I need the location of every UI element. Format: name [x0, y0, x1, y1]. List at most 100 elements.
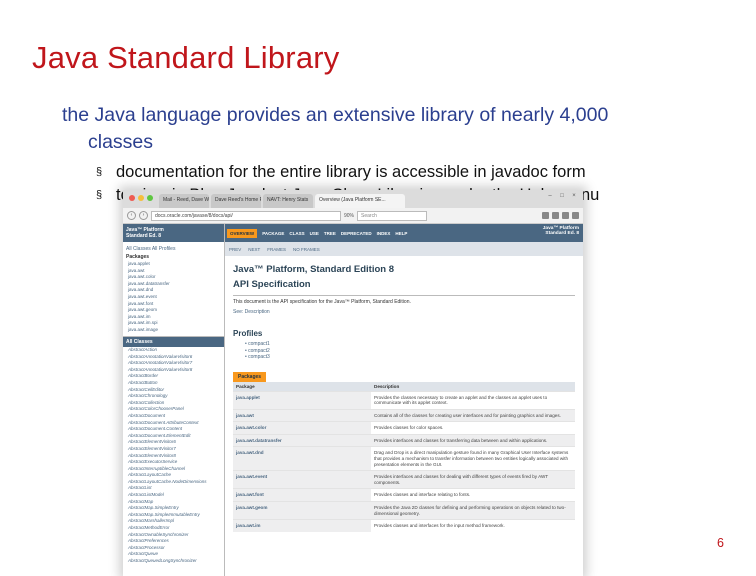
- class-link[interactable]: AbstractOwnableSynchronizer: [123, 532, 224, 539]
- class-link[interactable]: AbstractCollection: [123, 400, 224, 407]
- bullet-level1: the Java language provides an extensive …: [62, 102, 752, 156]
- class-link[interactable]: AbstractButton: [123, 380, 224, 387]
- package-name-link[interactable]: java.awt.datatransfer: [233, 433, 371, 447]
- toolbar-icons: [542, 212, 579, 219]
- package-name-link[interactable]: java.awt.geom: [233, 501, 371, 520]
- back-icon[interactable]: ‹: [127, 211, 136, 220]
- nav-item-overview[interactable]: OVERVIEW: [227, 228, 258, 238]
- all-classes-profiles-links[interactable]: All Classes All Profiles: [123, 242, 224, 253]
- minimize-window-icon[interactable]: [138, 195, 144, 201]
- download-icon[interactable]: [552, 212, 559, 219]
- class-link[interactable]: AbstractDocument: [123, 413, 224, 420]
- class-link[interactable]: AbstractPreferences: [123, 538, 224, 545]
- package-link[interactable]: java.awt.datatransfer: [123, 281, 224, 288]
- class-link[interactable]: AbstractExecutorService: [123, 459, 224, 466]
- package-link[interactable]: java.awt: [123, 268, 224, 275]
- class-link[interactable]: AbstractMap: [123, 499, 224, 506]
- home-icon[interactable]: [562, 212, 569, 219]
- class-link[interactable]: AbstractLayoutCache.NodeDimensions: [123, 479, 224, 486]
- class-link[interactable]: AbstractBorder: [123, 373, 224, 380]
- class-link[interactable]: AbstractMap.SimpleEntry: [123, 505, 224, 512]
- minimize-icon[interactable]: –: [545, 193, 555, 201]
- browser-tab-active[interactable]: Overview (Java Platform SE...: [315, 194, 405, 208]
- class-link[interactable]: AbstractMarshallerImpl: [123, 518, 224, 525]
- menu-icon[interactable]: [572, 212, 579, 219]
- package-link[interactable]: java.awt.im: [123, 314, 224, 321]
- package-name-link[interactable]: java.applet: [233, 390, 371, 410]
- intro-text: This document is the API specification f…: [233, 299, 411, 305]
- package-link[interactable]: java.awt.font: [123, 301, 224, 308]
- javadoc-page: Java™ Platform Standard Ed. 8 All Classe…: [123, 224, 583, 576]
- profile-link[interactable]: compact3: [248, 354, 270, 360]
- class-link[interactable]: AbstractDocument.AttributeContext: [123, 420, 224, 427]
- profile-link[interactable]: compact1: [248, 341, 270, 347]
- class-link[interactable]: AbstractQueue: [123, 551, 224, 558]
- url-field[interactable]: docs.oracle.com/javase/8/docs/api/: [151, 210, 341, 221]
- close-window-icon[interactable]: [129, 195, 135, 201]
- package-description: Provides the Java 2D classes for definin…: [371, 501, 575, 520]
- class-link[interactable]: AbstractDocument.Content: [123, 426, 224, 433]
- close-icon[interactable]: ×: [569, 193, 579, 201]
- package-link[interactable]: java.awt.image: [123, 327, 224, 334]
- bookmark-icon[interactable]: [542, 212, 549, 219]
- package-name-link[interactable]: java.awt.font: [233, 488, 371, 502]
- package-link[interactable]: java.awt.geom: [123, 307, 224, 314]
- package-link[interactable]: java.awt.color: [123, 274, 224, 281]
- restore-icon[interactable]: □: [557, 193, 567, 201]
- package-name-link[interactable]: java.awt.im: [233, 519, 371, 532]
- browser-tab[interactable]: NAVT: Henry Stats: [263, 194, 313, 208]
- class-link[interactable]: AbstractLayoutCache: [123, 472, 224, 479]
- table-row: java.awt.im Provides classes and interfac…: [233, 519, 575, 532]
- package-link[interactable]: java.awt.dnd: [123, 287, 224, 294]
- class-link[interactable]: AbstractProcessor: [123, 545, 224, 552]
- package-link[interactable]: java.awt.event: [123, 294, 224, 301]
- nav-item-class[interactable]: CLASS: [289, 231, 304, 236]
- package-link[interactable]: java.awt.im.spi: [123, 320, 224, 327]
- package-name-link[interactable]: java.awt.dnd: [233, 446, 371, 471]
- package-name-link[interactable]: java.awt.event: [233, 470, 371, 489]
- sub-nav-link[interactable]: PREV: [229, 247, 241, 252]
- browser-tab[interactable]: Dave Reed's Home Page: [211, 194, 261, 208]
- package-name-link[interactable]: java.awt.color: [233, 421, 371, 435]
- class-link[interactable]: AbstractList: [123, 485, 224, 492]
- class-link[interactable]: AbstractChronology: [123, 393, 224, 400]
- class-link[interactable]: AbstractElementVisitor6: [123, 439, 224, 446]
- nav-item-help[interactable]: HELP: [395, 231, 407, 236]
- class-link[interactable]: AbstractQueuedLongSynchronizer: [123, 558, 224, 565]
- sub-nav-link[interactable]: NO FRAMES: [293, 247, 320, 252]
- class-link[interactable]: AbstractElementVisitor8: [123, 453, 224, 460]
- class-link[interactable]: AbstractCellEditor: [123, 387, 224, 394]
- class-link[interactable]: AbstractColorChooserPanel: [123, 406, 224, 413]
- doc-title-line2: API Specification: [233, 279, 311, 290]
- doc-title-line1: Java™ Platform, Standard Edition 8: [233, 264, 395, 275]
- nav-item-package[interactable]: PACKAGE: [262, 231, 284, 236]
- sub-nav-link[interactable]: NEXT: [248, 247, 260, 252]
- square-bullet-icon: §: [96, 166, 103, 178]
- nav-item-index[interactable]: INDEX: [377, 231, 391, 236]
- class-link[interactable]: AbstractAnnotationValueVisitor8: [123, 367, 224, 374]
- nav-item-tree[interactable]: TREE: [324, 231, 336, 236]
- package-name-link[interactable]: java.awt: [233, 408, 371, 422]
- class-link[interactable]: AbstractListModel: [123, 492, 224, 499]
- class-link[interactable]: AbstractMethodError: [123, 525, 224, 532]
- column-header-package: Package: [233, 381, 371, 391]
- class-link[interactable]: AbstractMap.SimpleImmutableEntry: [123, 512, 224, 519]
- class-link[interactable]: AbstractDocument.ElementEdit: [123, 433, 224, 440]
- maximize-window-icon[interactable]: [147, 195, 153, 201]
- profile-link[interactable]: compact2: [248, 348, 270, 354]
- forward-icon[interactable]: ›: [139, 211, 148, 220]
- nav-item-deprecated[interactable]: DEPRECATED: [341, 231, 372, 236]
- search-field[interactable]: Search: [357, 210, 428, 221]
- browser-tab[interactable]: Mail - Reed, Dave W - Outl...: [159, 194, 209, 208]
- class-link[interactable]: AbstractAnnotationValueVisitor6: [123, 354, 224, 361]
- class-link[interactable]: AbstractInterruptibleChannel: [123, 466, 224, 473]
- class-link[interactable]: AbstractAction: [123, 347, 224, 354]
- class-link[interactable]: AbstractAnnotationValueVisitor7: [123, 360, 224, 367]
- class-link[interactable]: AbstractElementVisitor7: [123, 446, 224, 453]
- packages-tab[interactable]: Packages: [233, 371, 267, 382]
- nav-item-use[interactable]: USE: [310, 231, 319, 236]
- package-link[interactable]: java.applet: [123, 261, 224, 268]
- table-row: java.awt.font Provides classes and interf…: [233, 488, 575, 502]
- sub-nav-link[interactable]: FRAMES: [267, 247, 286, 252]
- see-description-link[interactable]: See: Description: [233, 309, 575, 315]
